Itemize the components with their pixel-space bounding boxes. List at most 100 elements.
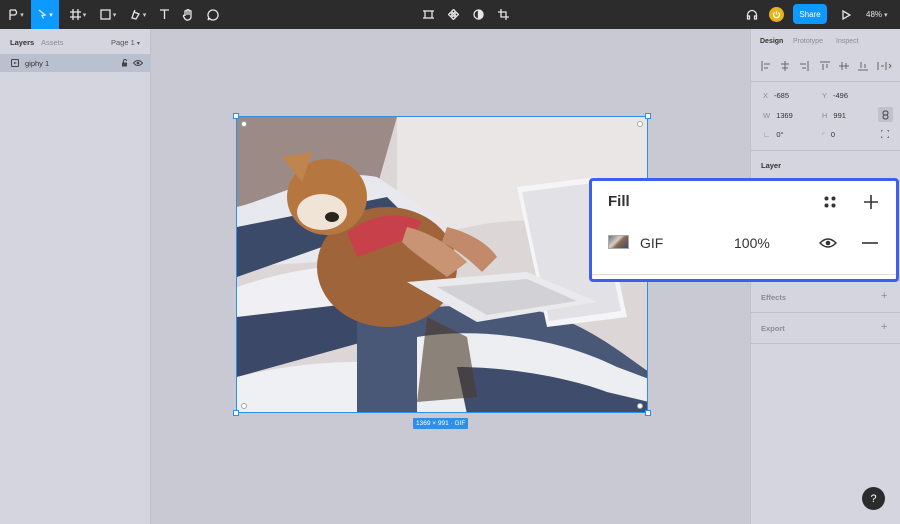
shape-tool-icon	[100, 9, 111, 20]
resize-handle-top-left[interactable]	[233, 113, 239, 119]
mask-icon	[472, 9, 484, 20]
crop-button[interactable]	[495, 0, 511, 29]
tab-layers[interactable]: Layers	[10, 38, 34, 47]
rotation-value: 0°	[776, 130, 784, 139]
y-field[interactable]: Y -496	[822, 91, 848, 100]
fill-thumbnail[interactable]	[608, 235, 629, 249]
component-button[interactable]	[445, 0, 461, 29]
comment-tool-icon	[207, 8, 219, 21]
divider	[751, 150, 900, 151]
unlock-icon[interactable]	[121, 59, 129, 67]
comment-tool-button[interactable]	[205, 0, 221, 29]
move-tool-button[interactable]: ▾	[31, 0, 59, 29]
dimensions-label: 1369 × 991 · GIF	[413, 418, 469, 429]
gif-layer-icon	[11, 59, 19, 67]
w-value: 1369	[776, 111, 793, 120]
height-field[interactable]: H 991	[822, 111, 846, 120]
export-section-title: Export	[761, 324, 785, 333]
width-field[interactable]: W 1369	[763, 111, 793, 120]
align-horizontal-center-icon[interactable]	[780, 61, 790, 71]
x-label: X	[763, 91, 769, 100]
constrain-proportions-button[interactable]	[878, 107, 893, 122]
eye-icon[interactable]	[819, 237, 837, 249]
fill-opacity-value[interactable]: 100%	[734, 235, 770, 251]
corner-radius-handle[interactable]	[241, 403, 247, 409]
divider	[751, 81, 900, 82]
hand-tool-button[interactable]	[180, 0, 196, 29]
tab-design[interactable]: Design	[760, 38, 783, 45]
effects-section-title: Effects	[761, 293, 787, 302]
text-tool-button[interactable]	[156, 0, 172, 29]
chevron-down-icon: ▾	[136, 41, 140, 47]
x-field[interactable]: X -685	[763, 91, 789, 100]
present-button[interactable]	[838, 0, 854, 29]
component-icon	[447, 9, 459, 20]
zoom-dropdown[interactable]: 48% ▾	[866, 0, 888, 29]
add-effect-icon[interactable]: +	[881, 290, 887, 302]
w-label: W	[763, 111, 771, 120]
zoom-value: 48%	[866, 10, 883, 19]
layer-section-title: Layer	[761, 161, 782, 170]
rotation-icon: ∟	[763, 130, 771, 139]
distribute-icon[interactable]	[877, 61, 893, 71]
share-button[interactable]: Share	[793, 4, 827, 24]
align-top-icon[interactable]	[820, 61, 830, 71]
shape-tool-button[interactable]: ▾	[96, 0, 120, 29]
divider	[751, 343, 900, 344]
align-right-icon[interactable]	[799, 61, 809, 71]
resize-handle-top-right[interactable]	[645, 113, 651, 119]
independent-corners-icon[interactable]	[881, 130, 889, 138]
tab-assets[interactable]: Assets	[41, 38, 64, 47]
avatar[interactable]	[769, 7, 784, 22]
pen-tool-icon	[130, 9, 140, 20]
page-selector[interactable]: Page 1 ▾	[111, 38, 140, 47]
shiba-dog-photo	[237, 117, 647, 412]
mask-button[interactable]	[470, 0, 486, 29]
divider	[751, 312, 900, 313]
main-menu-icon	[9, 8, 18, 20]
fill-type-label[interactable]: GIF	[640, 235, 663, 251]
add-export-icon[interactable]: +	[881, 321, 887, 333]
audio-button[interactable]	[744, 0, 760, 29]
layer-name: giphy 1	[25, 59, 50, 68]
help-button[interactable]: ?	[862, 487, 885, 510]
frame-tool-button[interactable]: ▾	[66, 0, 90, 29]
resize-handle-bottom-left[interactable]	[233, 410, 239, 416]
corner-radius-field[interactable]: ◜ 0	[822, 130, 835, 139]
corner-radius-handle[interactable]	[241, 121, 247, 127]
y-label: Y	[822, 91, 828, 100]
link-icon	[882, 110, 889, 119]
main-menu-button[interactable]: ▾	[5, 0, 27, 29]
y-value: -496	[833, 91, 849, 100]
page-label: Page 1	[111, 38, 135, 47]
headphones-icon	[746, 9, 758, 20]
present-icon	[842, 9, 851, 20]
eye-icon[interactable]	[133, 59, 143, 67]
move-tool-icon	[38, 9, 47, 19]
rotation-field[interactable]: ∟ 0°	[763, 130, 784, 139]
align-vertical-center-icon[interactable]	[839, 61, 849, 71]
resize-handle-bottom-right[interactable]	[645, 410, 651, 416]
h-value: 991	[833, 111, 846, 120]
tab-inspect[interactable]: Inspect	[836, 38, 859, 45]
edit-object-icon	[422, 10, 434, 19]
align-bottom-icon[interactable]	[858, 61, 868, 71]
radius-value: 0	[830, 130, 836, 139]
corner-radius-handle[interactable]	[637, 403, 643, 409]
align-left-icon[interactable]	[761, 61, 771, 71]
power-icon	[772, 11, 781, 19]
remove-fill-icon[interactable]	[862, 242, 878, 244]
left-panel-tabs: Layers Assets Page 1 ▾	[0, 29, 150, 54]
styles-icon[interactable]	[823, 195, 837, 209]
crop-icon	[497, 9, 509, 20]
fill-title: Fill	[608, 193, 630, 210]
add-fill-icon[interactable]	[863, 194, 879, 210]
toolbar: ▾ ▾ ▾ ▾ ▾ Share 48% ▾	[0, 0, 900, 29]
frame-tool-icon	[69, 9, 81, 20]
pen-tool-button[interactable]: ▾	[126, 0, 150, 29]
corner-radius-handle[interactable]	[637, 121, 643, 127]
edit-object-button[interactable]	[420, 0, 436, 29]
gif-image[interactable]	[236, 116, 648, 413]
tab-prototype[interactable]: Prototype	[793, 38, 823, 45]
layer-row[interactable]: giphy 1	[0, 54, 150, 72]
